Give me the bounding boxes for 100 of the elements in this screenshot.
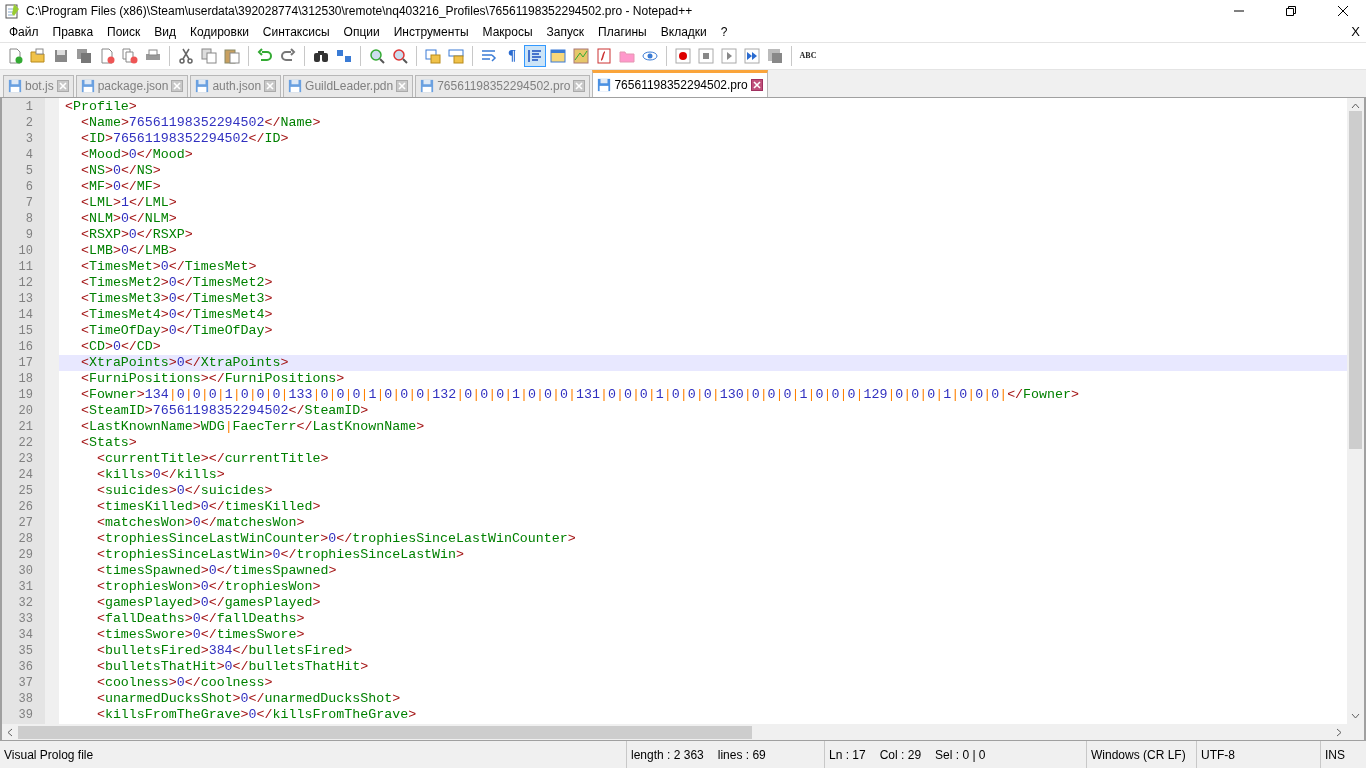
line-number: 27 — [17, 515, 34, 530]
line-number: 16 — [17, 339, 34, 354]
save-icon — [195, 79, 210, 94]
code-line: <CD>0</CD> — [79, 338, 162, 355]
stop-icon — [698, 47, 714, 64]
line-number: 8 — [24, 211, 34, 226]
code-line: <LastKnownName>WDG|FaecTerr</LastKnownName> — [79, 418, 426, 435]
encoding: UTF-8 — [1201, 747, 1235, 762]
menu-item[interactable]: Поиск — [100, 24, 148, 39]
scroll-up-icon[interactable] — [1351, 102, 1360, 109]
code-line: <currentTitle></currentTitle> — [95, 450, 330, 467]
paste-icon — [224, 47, 240, 64]
line-number: 25 — [17, 483, 34, 498]
restore-icon — [1286, 6, 1296, 16]
line-number: 10 — [17, 243, 34, 258]
line-number: 14 — [17, 307, 34, 322]
function-icon — [596, 47, 612, 64]
line-number: 35 — [17, 643, 34, 658]
code-line: <Name>76561198352294502</Name> — [79, 114, 322, 131]
menu-item[interactable]: Инструменты — [386, 24, 476, 39]
map-icon — [573, 47, 589, 64]
menu-item[interactable]: Макросы — [475, 24, 540, 39]
code-line: <LML>1</LML> — [79, 194, 178, 211]
line-number: 9 — [24, 227, 34, 242]
code-line: <killsFromTheGrave>0</killsFromTheGrave> — [95, 706, 418, 723]
cut-icon — [178, 47, 194, 64]
code-line: <TimesMet3>0</TimesMet3> — [79, 290, 274, 307]
code-line: <Mood>0</Mood> — [79, 146, 194, 163]
menu-item[interactable]: Плагины — [591, 24, 654, 39]
length-text: length : 2 363 — [631, 747, 704, 762]
menu-item[interactable]: ? — [713, 24, 735, 39]
close-file-icon — [99, 47, 115, 64]
code-line: <TimesMet4>0</TimesMet4> — [79, 306, 274, 323]
close-all-icon — [122, 47, 138, 64]
line-number: 37 — [17, 675, 34, 690]
cursor-column: Col : 29 — [879, 747, 922, 762]
file-type: Visual Prolog file — [4, 747, 94, 762]
indent-guide-icon — [527, 47, 543, 64]
code-line: <SteamID>76561198352294502</SteamID> — [79, 402, 370, 419]
line-number: 30 — [17, 563, 34, 578]
menu-item[interactable]: Опции — [336, 24, 387, 39]
redo-icon — [280, 47, 296, 64]
menu-item[interactable]: Вкладки — [653, 24, 714, 39]
new-file-icon — [7, 47, 23, 64]
code-line: <RSXP>0</RSXP> — [79, 226, 194, 243]
line-number: 7 — [24, 195, 34, 210]
menu-item[interactable]: Запуск — [539, 24, 592, 39]
close-icon — [1338, 6, 1348, 16]
line-ending: Windows (CR LF) — [1091, 747, 1186, 762]
spellcheck-button[interactable]: ABC — [797, 44, 819, 67]
line-number: 17 — [17, 355, 34, 370]
code-line: <NS>0</NS> — [79, 162, 162, 179]
line-number: 4 — [24, 147, 34, 162]
save-icon — [420, 79, 435, 94]
code-line: <timesKilled>0</timesKilled> — [95, 498, 322, 515]
line-number: 38 — [17, 691, 34, 706]
code-line: <trophiesSinceLastWinCounter>0</trophiesSinceLastWinCounter> — [95, 530, 577, 547]
code-line: <LMB>0</LMB> — [79, 242, 178, 259]
scroll-down-icon[interactable] — [1351, 713, 1360, 720]
play-icon — [721, 47, 737, 64]
code-line: <Fowner>134|0|0|0|1|0|0|0|133|0|0|0|1|0|0|0|132|0|0|0|1|0|0|0|131|0|0|0|1|0|0|0|130|0|0|0|1|0|0|0|129|0|0|0|1|0|0|0|</Fowner> — [79, 386, 1080, 403]
line-number: 21 — [17, 419, 34, 434]
close-document-button[interactable]: X — [1345, 24, 1366, 40]
menu-item[interactable]: Вид — [147, 24, 184, 39]
scroll-right-icon[interactable] — [1336, 727, 1342, 737]
show-symbols-button[interactable]: ¶ — [501, 44, 523, 67]
horizontal-scrollbar[interactable] — [2, 724, 1347, 741]
language-window-icon — [550, 47, 566, 64]
line-number: 34 — [17, 627, 34, 642]
line-number: 11 — [17, 259, 34, 274]
code-line: <FurniPositions></FurniPositions> — [79, 370, 346, 387]
save-macro-icon — [767, 47, 783, 64]
scroll-left-icon[interactable] — [7, 727, 13, 737]
undo-icon — [257, 47, 273, 64]
menu-item[interactable]: Кодировки — [183, 24, 256, 39]
code-line: <trophiesSinceLastWin>0</trophiesSinceLastWin> — [95, 546, 465, 563]
code-line: <ID>76561198352294502</ID> — [79, 130, 290, 147]
insert-mode: INS — [1325, 747, 1345, 762]
line-number: 1 — [24, 99, 34, 114]
code-line: <matchesWon>0</matchesWon> — [95, 514, 306, 531]
file-tab[interactable]: 76561198352294502.pro — [592, 69, 768, 97]
line-number: 12 — [17, 275, 34, 290]
record-icon — [675, 47, 691, 64]
code-line: <TimesMet>0</TimesMet> — [79, 258, 258, 275]
menu-item[interactable]: Файл — [2, 24, 46, 39]
line-number: 28 — [17, 531, 34, 546]
code-line: <gamesPlayed>0</gamesPlayed> — [95, 594, 322, 611]
code-line: <bulletsFired>384</bulletsFired> — [95, 642, 354, 659]
code-line: <Profile> — [64, 98, 138, 115]
code-line: <Stats> — [79, 434, 138, 451]
code-line: <timesSpawned>0</timesSpawned> — [95, 562, 338, 579]
code-line: <coolness>0</coolness> — [95, 674, 274, 691]
menu-item[interactable]: Правка — [45, 24, 101, 39]
line-number: 29 — [17, 547, 34, 562]
close-icon[interactable] — [750, 78, 763, 91]
vertical-scrollbar[interactable] — [1347, 97, 1364, 725]
code-line: <fallDeaths>0</fallDeaths> — [95, 610, 306, 627]
menu-item[interactable]: Синтаксисы — [255, 24, 337, 39]
line-number: 26 — [17, 499, 34, 514]
code-line: <timesSwore>0</timesSwore> — [95, 626, 306, 643]
